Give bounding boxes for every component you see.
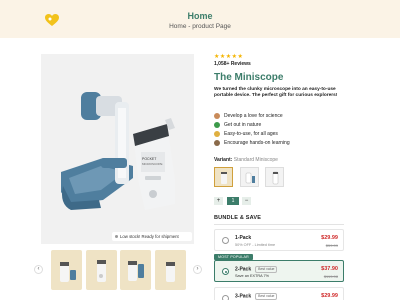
bundle-option-name: 2-Pack [235,266,252,273]
benefit-item: Develop a love for science [214,112,290,121]
radio-button-selected[interactable] [222,268,229,275]
thumbnail-image [97,260,106,282]
gallery-thumbnail[interactable] [155,250,186,290]
thumbs-up-icon [214,130,220,137]
bundle-option-name: 1-Pack [235,235,252,241]
benefit-text: Encourage hands-on learning [224,140,290,146]
benefit-text: Easy-to-use, for all ages [224,131,278,137]
gallery-next-button[interactable]: › [193,265,202,274]
hands-icon [214,139,220,146]
quantity-value[interactable]: 1 [227,197,239,205]
variant-option-selected[interactable] [214,167,233,187]
benefit-text: Get out in nature [224,122,262,128]
radio-button[interactable] [222,295,229,300]
rating-stars: ★★★★★ [214,54,244,60]
variant-image [221,172,227,184]
variant-label-key: Variant: [214,157,233,163]
leaf-icon [214,121,220,128]
variant-option[interactable] [265,167,284,187]
thumbnail-image [128,261,144,281]
bundle-option-1-pack[interactable]: 1-Pack 50% OFF - Limited time $29.99 $59… [214,229,344,251]
miniscope-illustration: POCKET MICROSCOPE [61,92,175,210]
thumbnail-image [166,262,175,282]
bundle-option-old-price: $119.98 [323,274,338,279]
product-main-image[interactable]: POCKET MICROSCOPE Low stock! Ready for s… [41,54,194,244]
stock-text: Low stock! Ready for shipment [120,234,179,239]
gallery-thumbnail[interactable] [120,250,151,290]
radio-button[interactable] [222,237,229,244]
benefit-item: Encourage hands-on learning [214,139,290,148]
variant-image [272,171,279,185]
bundle-option-name-row: 3-Pack Best value [235,293,278,300]
bundle-option-tag: Best value [255,293,278,300]
svg-text:POCKET: POCKET [142,157,157,161]
product-description: We turned the clunky microscope into an … [214,87,338,99]
benefit-list: Develop a love for science Get out in na… [214,112,290,148]
thumbnail-image [60,262,76,282]
stock-status: Low stock! Ready for shipment [112,232,192,241]
bundle-option-tag: Best value [255,266,278,273]
bundle-option-subtext: Save an EXTRA 7% [235,274,269,278]
review-count[interactable]: 1,058+ Reviews [214,61,251,67]
bundle-option-name-row: 2-Pack Best value [235,266,278,273]
bundle-option-price: $29.99 [321,293,338,299]
bundle-option-subtext: 50% OFF - Limited time [235,243,276,247]
bundle-option-name: 3-Pack [235,293,252,300]
product-title: The Miniscope [214,72,284,83]
benefit-text: Develop a love for science [224,113,283,119]
kids-icon [214,112,220,119]
gallery-thumbnail[interactable] [51,250,82,290]
status-dot-icon [115,235,118,239]
benefit-item: Get out in nature [214,121,290,130]
variant-value: Standard Miniscope [233,157,278,163]
quantity-decrease-button[interactable]: − [242,197,251,205]
breadcrumb: Home - product Page [169,23,231,30]
page-title: Home [187,11,213,21]
gallery-prev-button[interactable]: ‹ [34,265,43,274]
bundle-option-old-price: $59.99 [325,243,338,248]
site-header: Home Home - product Page [0,0,400,38]
bundle-option-3-pack[interactable]: 3-Pack Best value $29.99 [214,287,344,300]
bundle-option-price: $29.99 [321,235,338,241]
chevron-right-icon: › [196,266,199,272]
variant-image [245,172,255,184]
divider [214,224,344,225]
benefit-item: Easy-to-use, for all ages [214,130,290,139]
quantity-increase-button[interactable]: + [214,197,223,205]
svg-text:MICROSCOPE: MICROSCOPE [142,162,163,166]
bundle-option-2-pack[interactable]: 2-Pack Best value Save an EXTRA 7% $37.90… [214,260,344,282]
variant-label: Variant: Standard Miniscope [214,157,278,163]
variant-option[interactable] [240,167,259,187]
chevron-left-icon: ‹ [37,266,40,272]
bundle-option-price: $37.90 [321,266,338,272]
quantity-stepper: + 1 − [214,197,251,205]
gallery-thumbnail[interactable] [86,250,117,290]
bundle-heading: BUNDLE & SAVE [214,215,262,221]
